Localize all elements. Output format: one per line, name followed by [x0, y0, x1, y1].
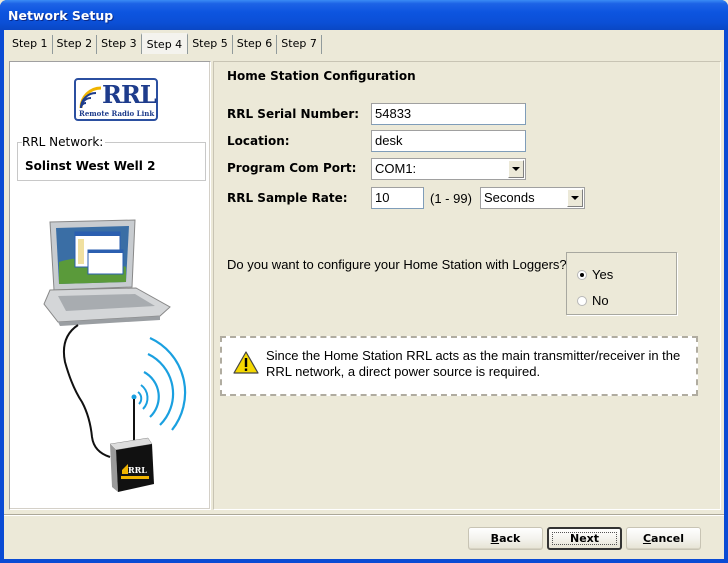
tab-step-7[interactable]: Step 7 — [277, 35, 322, 54]
chevron-down-icon[interactable] — [567, 189, 583, 207]
loggers-question: Do you want to configure your Home Stati… — [227, 257, 567, 272]
rrl-network-group: RRL Network: Solinst West Well 2 — [17, 135, 206, 181]
radio-yes-label: Yes — [592, 267, 614, 282]
tab-step-4[interactable]: Step 4 — [140, 33, 189, 54]
next-button-label: Next — [569, 532, 600, 545]
tab-step-3[interactable]: Step 3 — [97, 35, 141, 54]
radio-checked-icon[interactable] — [577, 269, 587, 280]
laptop-icon — [43, 219, 171, 326]
sample-rate-range: (1 - 99) — [430, 191, 472, 206]
home-station-panel: Home Station Configuration RRL Serial Nu… — [213, 61, 721, 510]
cancel-button-accel: C — [642, 532, 652, 545]
radio-unchecked-icon[interactable] — [577, 295, 587, 306]
tab-step-5[interactable]: Step 5 — [188, 35, 233, 54]
back-button[interactable]: Back — [468, 527, 543, 550]
rrl-logo: RRL Remote Radio Link — [74, 78, 158, 121]
logo-subtitle: Remote Radio Link — [79, 109, 155, 118]
logo-text: RRL — [102, 80, 157, 109]
wireless-signal-icon — [131, 336, 187, 431]
tab-step-1[interactable]: Step 1 — [8, 35, 53, 54]
cable-icon — [62, 324, 111, 458]
dialog-client-area: Step 1 Step 2 Step 3 Step 4 Step 5 Step … — [4, 30, 724, 559]
network-setup-window: Network Setup Step 1 Step 2 Step 3 Step … — [0, 0, 728, 563]
loggers-radio-group: Yes No — [566, 252, 677, 315]
location-label: Location: — [227, 134, 290, 148]
sample-rate-label: RRL Sample Rate: — [227, 191, 348, 205]
footer-separator — [4, 514, 724, 516]
power-notice: Since the Home Station RRL acts as the m… — [220, 336, 698, 396]
sample-rate-unit-select[interactable]: Seconds — [480, 187, 585, 209]
sidebar-panel: RRL Remote Radio Link RRL Network: Solin… — [9, 61, 211, 510]
sample-rate-input[interactable]: 10 — [371, 187, 424, 209]
com-port-select[interactable]: COM1: — [371, 158, 526, 180]
rrl-network-name: Solinst West Well 2 — [25, 159, 156, 173]
back-button-accel: B — [490, 532, 500, 545]
serial-number-label: RRL Serial Number: — [227, 107, 360, 121]
cancel-button-label: ancel — [651, 532, 685, 545]
serial-number-input[interactable]: 54833 — [371, 103, 526, 125]
device-label: RRL — [128, 465, 147, 475]
tab-step-2[interactable]: Step 2 — [53, 35, 98, 54]
warning-icon — [233, 351, 259, 374]
rrl-network-label: RRL Network: — [22, 135, 106, 149]
location-input[interactable]: desk — [371, 130, 526, 152]
chevron-down-icon[interactable] — [508, 160, 524, 178]
sample-rate-unit-value: Seconds — [484, 190, 535, 205]
title-bar[interactable]: Network Setup — [0, 0, 728, 30]
back-button-label: ack — [499, 532, 521, 545]
step-tabs: Step 1 Step 2 Step 3 Step 4 Step 5 Step … — [8, 33, 322, 54]
tab-step-6[interactable]: Step 6 — [233, 35, 278, 54]
window-title: Network Setup — [8, 8, 114, 23]
radio-waves-icon — [79, 86, 102, 109]
radio-no[interactable]: No — [577, 293, 609, 308]
radio-no-label: No — [592, 293, 609, 308]
com-port-label: Program Com Port: — [227, 161, 357, 175]
network-illustration: RRL — [43, 219, 187, 492]
next-button[interactable]: Next — [547, 527, 622, 550]
rrl-device-icon: RRL — [109, 399, 154, 492]
cancel-button[interactable]: Cancel — [626, 527, 701, 550]
com-port-value: COM1: — [375, 161, 417, 176]
notice-text: Since the Home Station RRL acts as the m… — [266, 348, 681, 379]
radio-yes[interactable]: Yes — [577, 267, 613, 282]
section-title: Home Station Configuration — [227, 69, 416, 83]
